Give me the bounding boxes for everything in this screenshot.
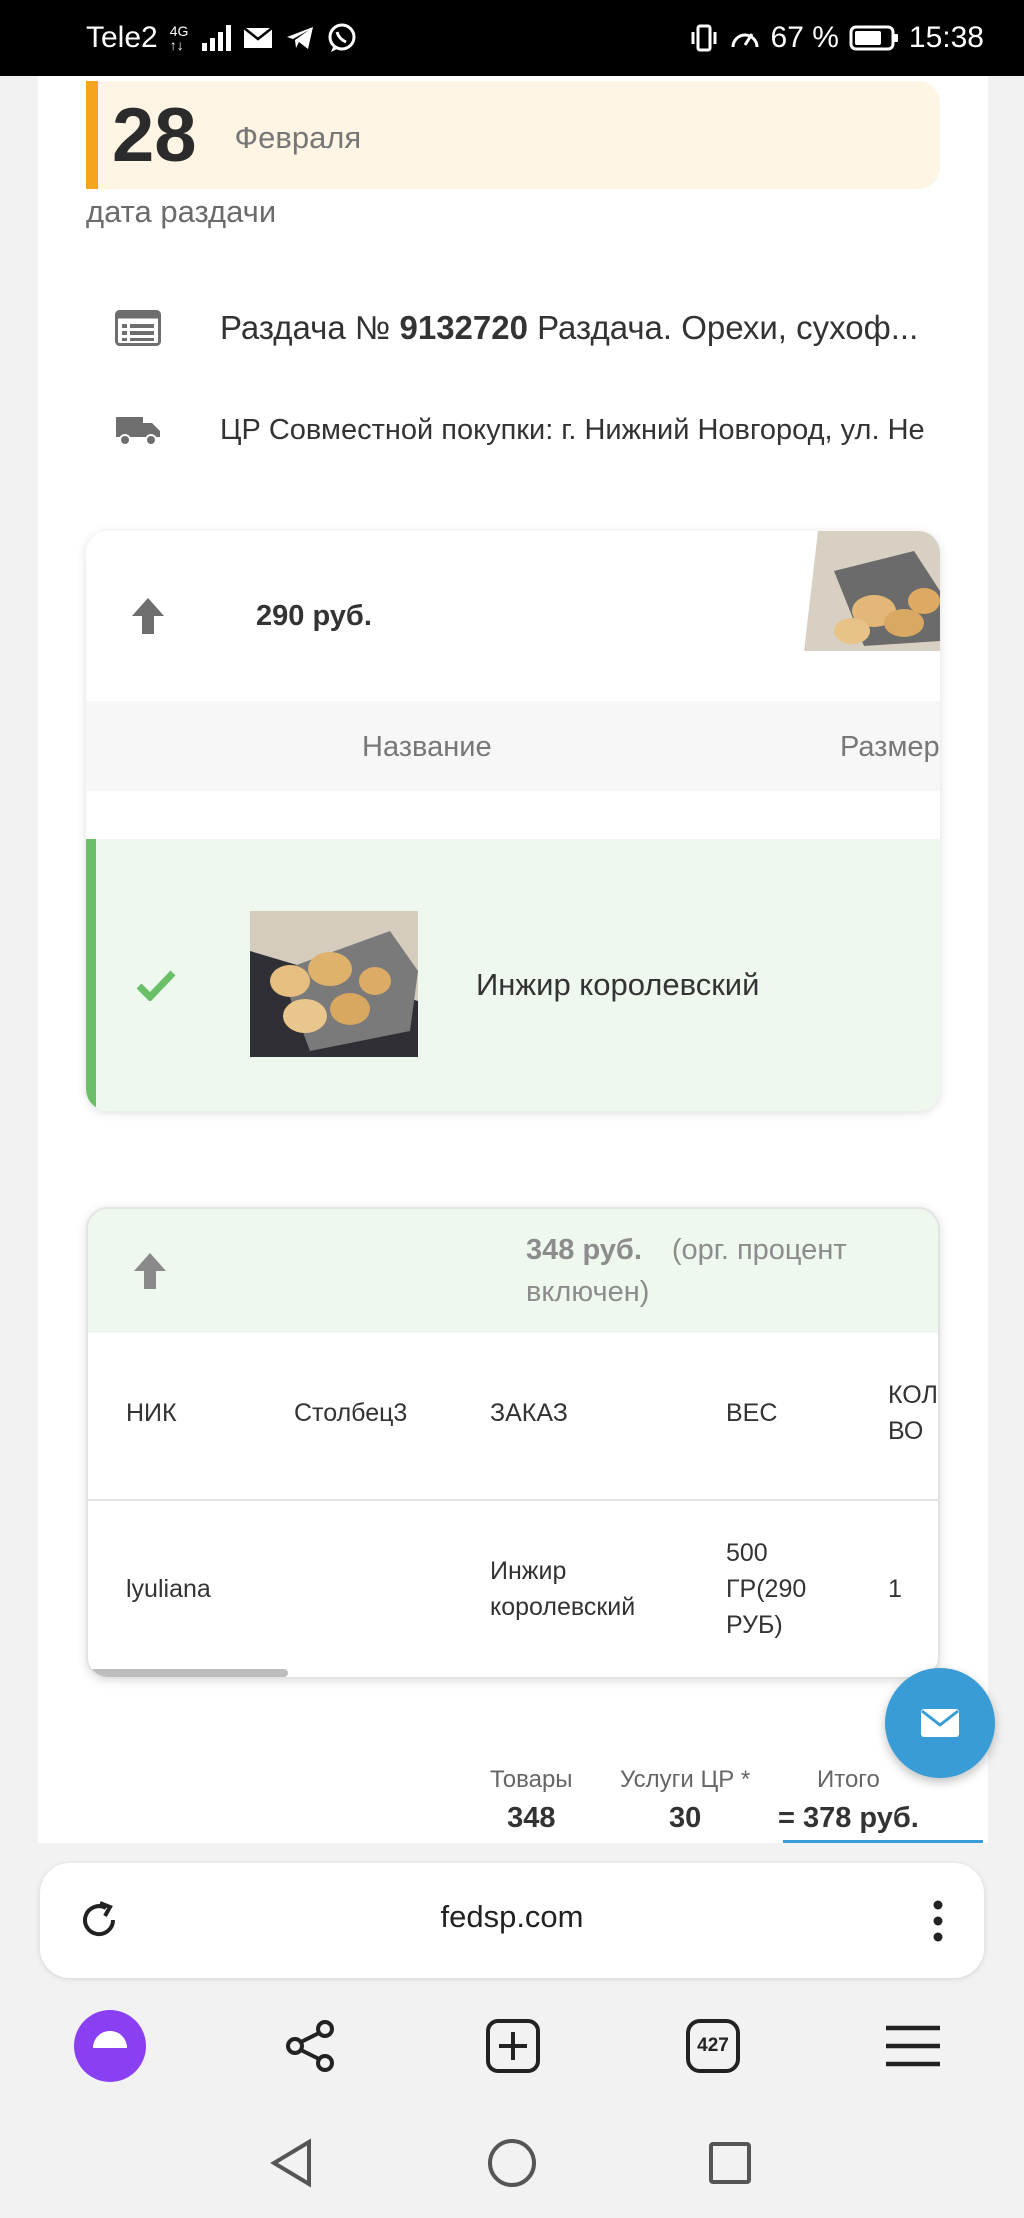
date-caption: дата раздачи [86,194,277,229]
order-card: 348 руб. (орг. процент включен) НИК Столб… [86,1207,940,1679]
truck-icon [108,413,168,447]
web-page: 28 Февраля дата раздачи Раздача № 913272… [38,76,988,1843]
back-button[interactable] [262,2133,322,2193]
totals-goods: Товары 348 [490,1766,573,1834]
signal-icon [202,25,232,51]
vibrate-icon [689,23,719,53]
hamburger-icon [886,2025,940,2067]
product-thumbnail [804,531,940,651]
message-button[interactable] [885,1668,995,1778]
share-button[interactable] [270,2006,350,2086]
pickup-address-row: ЦР Совместной покупки: г. Нижний Новгоро… [86,400,966,460]
recents-square-icon [709,2142,751,2184]
product-table-header: Название Размер [86,701,940,791]
date-month: Февраля [234,120,362,155]
totals-service: Услуги ЦР * 30 [620,1766,751,1834]
product-row[interactable]: Инжир королевский [86,839,940,1111]
share-icon [286,2020,334,2072]
telegram-icon [285,25,315,51]
home-button[interactable] [482,2133,542,2193]
list-icon [108,310,168,346]
pickup-address: ЦР Совместной покупки: г. Нижний Новгоро… [220,413,925,446]
viber-icon [327,23,357,53]
url-text[interactable]: fedsp.com [40,1899,984,1935]
arrow-up-icon[interactable] [126,594,170,638]
alice-assistant-button[interactable] [70,2006,150,2086]
product-image[interactable] [250,911,418,1057]
battery-percent: 67 % [770,21,839,54]
menu-button[interactable] [873,2006,953,2086]
column-size: Размер [840,731,940,763]
speed-icon [729,23,761,53]
date-day: 28 [112,92,197,178]
recents-button[interactable] [700,2133,760,2193]
column-name: Название [362,731,492,763]
address-bar[interactable]: fedsp.com [40,1863,984,1978]
browser-toolbar: fedsp.com 427 [0,1843,1024,2218]
cell-qty: 1 [888,1575,902,1603]
arrow-up-icon[interactable] [128,1249,172,1293]
status-bar: Tele2 4G ↑↓ 67 % 15:38 [0,0,1024,76]
alice-icon [74,2010,146,2082]
tabs-count: 427 [697,2035,729,2056]
product-name[interactable]: Инжир королевский [476,967,759,1003]
back-triangle-icon [270,2138,311,2188]
order-card-header[interactable]: 348 руб. (орг. процент включен) [88,1209,938,1333]
cell-order: Инжир королевский [490,1557,636,1621]
header-col3: Столбец3 [294,1399,408,1427]
envelope-icon [921,1709,959,1737]
new-tab-button[interactable] [473,2006,553,2086]
header-weight: ВЕС [726,1399,778,1427]
distribution-title: Раздача № 9132720 Раздача. Орехи, сухоф.… [220,309,919,346]
horizontal-scrollbar[interactable] [88,1669,288,1677]
header-qty: КОЛ- ВО [888,1381,938,1445]
more-menu-icon[interactable] [932,1899,944,1948]
tabs-button[interactable]: 427 [673,2006,753,2086]
order-table-header: НИК Столбец3 ЗАКАЗ ВЕС КОЛ- ВО [88,1333,938,1501]
mail-icon [243,26,274,50]
cell-nick: lyuliana [126,1575,211,1603]
distribution-date: 28 Февраля [86,81,940,189]
product-card: 290 руб. Название Размер Инжир королевск… [86,531,940,1111]
order-price: 348 руб. (орг. процент включен) [526,1234,847,1308]
table-row: lyuliana Инжир королевский 500 ГР(290 РУ… [88,1501,938,1677]
network-type: 4G ↑↓ [169,23,189,53]
home-circle-icon [488,2139,536,2187]
plus-icon [486,2019,540,2073]
product-card-header[interactable]: 290 руб. [86,531,940,701]
header-nick: НИК [126,1399,177,1427]
battery-icon [849,24,899,52]
totals-total: Итого = 378 руб. [778,1766,919,1834]
product-price: 290 руб. [256,599,372,632]
check-icon [136,969,176,1006]
carrier-name: Tele2 [86,21,158,54]
cell-weight: 500 ГР(290 РУБ) [726,1539,807,1639]
clock: 15:38 [908,21,984,54]
header-order: ЗАКАЗ [490,1399,568,1427]
distribution-link[interactable]: Раздача № 9132720 Раздача. Орехи, сухоф.… [86,298,966,358]
